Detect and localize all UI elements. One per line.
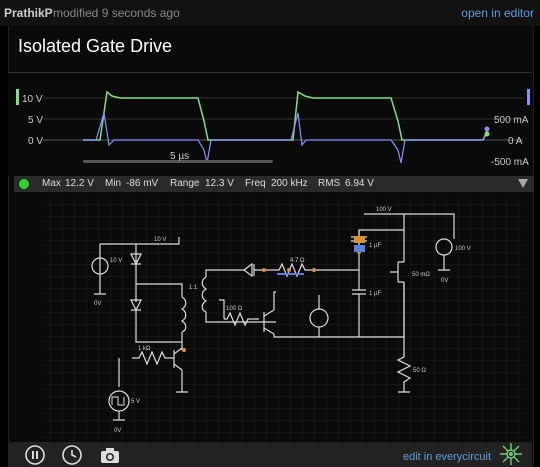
- cap-charge-indicator: [354, 236, 365, 243]
- voltage-marker: [16, 89, 19, 105]
- label-src-10v: 10 V: [110, 258, 122, 264]
- label-0v-right: 0V: [441, 278, 448, 284]
- current-probe-dot: [484, 126, 490, 132]
- label-4-7ohm: 4.7 Ω: [290, 258, 305, 264]
- modified-time: modified 9 seconds ago: [53, 6, 180, 20]
- tick-5v: 5 V: [28, 115, 43, 126]
- range-value: 12.3 V: [205, 178, 234, 189]
- tick-0v: 0 V: [28, 136, 43, 147]
- current-trace: [83, 112, 488, 164]
- label-cap-top: 1 µF: [369, 243, 381, 249]
- cap-charge-indicator-2: [354, 245, 365, 252]
- author-name[interactable]: PrathikP: [4, 6, 53, 20]
- collapse-scope-icon[interactable]: [518, 179, 528, 188]
- time-scale-label: 5 µs: [170, 151, 189, 162]
- label-pulse: 5 V: [131, 399, 140, 405]
- label-ratio: 1:1: [189, 285, 198, 291]
- circuit-canvas[interactable]: 10 V 10 V 0V 1:1 100 Ω 1 kΩ 5 V 0V 4.7 Ω…: [14, 192, 534, 442]
- min-value: -86 mV: [126, 178, 159, 189]
- label-pulse-0v: 0V: [114, 428, 121, 434]
- open-in-editor-link[interactable]: open in editor: [461, 6, 534, 20]
- rms-value: 6.94 V: [345, 178, 374, 189]
- schematic-grid: [44, 197, 524, 442]
- tick-0a: 0 A: [508, 136, 523, 147]
- scope-plot: 10 V 5 V 0 V 500 mA 0 A -500 mA 5 µs: [16, 89, 530, 168]
- max-label: Max: [42, 178, 61, 189]
- label-mosfet: 50 mΩ: [412, 272, 430, 278]
- everycircuit-logo-icon[interactable]: [498, 441, 524, 467]
- clock-icon[interactable]: [62, 445, 82, 465]
- pause-icon[interactable]: [25, 445, 45, 465]
- edit-in-everycircuit-link[interactable]: edit in everycircuit: [403, 451, 491, 463]
- schematic: 10 V 10 V 0V 1:1 100 Ω 1 kΩ 5 V 0V 4.7 Ω…: [44, 197, 524, 442]
- label-100ohm: 100 Ω: [226, 306, 243, 312]
- tick-500ma: 500 mA: [494, 115, 529, 126]
- label-src-100v: 100 V: [455, 246, 471, 252]
- current-marker: [527, 89, 530, 105]
- tick-neg500ma: -500 mA: [491, 157, 529, 168]
- probe-color-dot[interactable]: [19, 179, 29, 189]
- label-cap-small: 1 µF: [369, 291, 381, 297]
- oscilloscope[interactable]: 10 V 5 V 0 V 500 mA 0 A -500 mA 5 µs: [8, 73, 532, 176]
- camera-icon[interactable]: [100, 445, 120, 465]
- freq-value: 200 kHz: [271, 178, 308, 189]
- tick-10v: 10 V: [22, 94, 43, 105]
- min-label: Min: [105, 178, 122, 189]
- label-1k: 1 kΩ: [138, 346, 151, 352]
- voltage-trace: [83, 90, 488, 141]
- freq-label: Freq: [245, 178, 266, 189]
- label-100v-top: 100 V: [376, 207, 392, 213]
- scope-status-bar: Max 12.2 V Min -86 mV Range 12.3 V Freq …: [14, 176, 534, 192]
- top-bar: PrathikP modified 9 seconds ago open in …: [0, 0, 540, 26]
- label-50ohm: 50 Ω: [413, 368, 426, 374]
- max-value: 12.2 V: [65, 178, 94, 189]
- range-label: Range: [170, 178, 200, 189]
- label-10v-top: 10 V: [154, 237, 166, 243]
- voltage-probe-dot: [484, 131, 490, 137]
- page-title: Isolated Gate Drive: [18, 36, 173, 56]
- label-0v-left: 0V: [94, 301, 101, 307]
- rms-label: RMS: [318, 178, 341, 189]
